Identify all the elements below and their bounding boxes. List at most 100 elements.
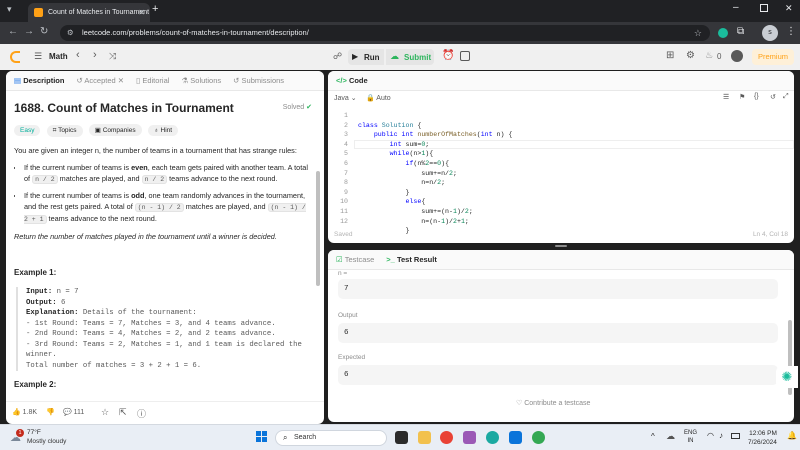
extension-icon[interactable] [718, 28, 728, 38]
play-icon: ▶ [352, 52, 359, 61]
task-view-icon[interactable] [395, 431, 408, 444]
prev-problem-icon[interactable]: ‹ [76, 49, 80, 61]
problem-list-icon[interactable]: ☰ [34, 51, 42, 62]
site-info-icon[interactable]: ⚙ [67, 25, 74, 41]
tab-description[interactable]: ▤ Description [14, 76, 64, 85]
input-label: n = [338, 270, 348, 277]
chrome-icon[interactable] [532, 431, 545, 444]
hint-button[interactable]: ♁ Hint [147, 125, 179, 136]
intro-text: You are given an integer n, the number o… [14, 146, 297, 155]
like-button[interactable]: 👍 1.8K [12, 408, 37, 416]
line-number: 6 [344, 160, 348, 167]
assistant-floating-icon[interactable]: ✺ [776, 366, 798, 388]
reset-icon[interactable]: ↺ [770, 93, 776, 101]
minimize-window-icon[interactable]: – [733, 2, 739, 13]
problem-title: 1688. Count of Matches in Tournament [14, 101, 234, 115]
run-button[interactable]: ▶ Run [348, 49, 384, 65]
autocomplete-mode[interactable]: 🔒 Auto [366, 94, 391, 102]
format-icon[interactable]: ☰ [723, 93, 729, 101]
rule-even: If the current number of teams is even, … [24, 162, 312, 185]
profile-avatar[interactable]: s [762, 25, 778, 41]
browser-menu-icon[interactable]: ⋮ [786, 26, 796, 37]
code-area[interactable]: 1 2 3 4 5 6 7 8 9 10 11 12 class Solution { public … [328, 111, 794, 234]
code-tab[interactable]: </> Code [336, 76, 368, 85]
edge-icon[interactable] [486, 431, 499, 444]
expand-icon[interactable]: ⤢ [783, 93, 789, 101]
tab-search-icon[interactable]: ▾ [7, 4, 19, 16]
tab-testcase[interactable]: ☑ Testcase [336, 255, 374, 264]
problem-list-label[interactable]: Math [49, 52, 68, 61]
volume-icon[interactable]: ♪ [719, 431, 723, 440]
leetcode-logo-icon[interactable] [10, 51, 20, 63]
dislike-button[interactable]: 👎 [46, 408, 55, 416]
settings-gear-icon[interactable]: ⚙ [686, 50, 695, 61]
output-label: Output [338, 312, 358, 319]
share-icon[interactable]: ⇱ [119, 407, 127, 418]
copilot-icon[interactable] [463, 431, 476, 444]
tab-submissions[interactable]: ↺ Submissions [233, 76, 284, 85]
help-icon[interactable]: ⓘ [137, 407, 146, 420]
tab-accepted[interactable]: ↺ Accepted ✕ [76, 76, 124, 85]
tab-editorial[interactable]: ▯ Editorial [136, 76, 169, 85]
notifications-icon[interactable]: 🔔 [787, 431, 797, 440]
battery-icon[interactable] [731, 433, 740, 439]
notes-icon[interactable] [460, 51, 470, 61]
cloud-sync-icon[interactable]: ☁ [666, 431, 675, 442]
premium-label: Premium [757, 52, 788, 61]
file-explorer-icon[interactable] [418, 431, 431, 444]
flask-icon: ⚗ [181, 76, 189, 85]
maximize-window-icon[interactable] [760, 4, 768, 12]
shuffle-icon[interactable]: ⤨ [109, 51, 116, 62]
tab-test-result[interactable]: >_ Test Result [386, 255, 437, 264]
example-line: - 2nd Round: Teams = 4, Matches = 2, and… [26, 330, 276, 338]
reload-icon[interactable]: ↻ [40, 26, 48, 37]
forward-icon[interactable]: → [24, 26, 34, 37]
layout-grid-icon[interactable]: ⊞ [666, 50, 674, 61]
premium-button[interactable]: Premium [752, 49, 794, 65]
close-tab-icon[interactable]: ✕ [138, 3, 145, 22]
panel-resize-handle[interactable] [555, 245, 567, 247]
windows-logo-icon [256, 437, 261, 442]
bookmark-icon[interactable]: ⚑ [739, 93, 745, 101]
submit-button[interactable]: ☁ Submit [386, 49, 434, 65]
user-avatar[interactable] [731, 50, 743, 62]
address-bar[interactable]: ⚙ leetcode.com/problems/count-of-matches… [60, 25, 710, 41]
extensions-puzzle-icon[interactable]: ⧉ [737, 26, 744, 37]
code-panel-header: </> Code [328, 71, 794, 91]
alarm-clock-icon[interactable]: ⏰ [442, 50, 454, 61]
fire-streak-icon[interactable]: ♨ [705, 50, 713, 61]
line-number: 8 [344, 179, 348, 187]
next-problem-icon[interactable]: › [93, 49, 97, 61]
tab-solutions[interactable]: ⚗ Solutions [181, 76, 221, 85]
start-button[interactable] [256, 431, 268, 443]
contribute-testcase-button[interactable]: ♡ Contribute a testcase [516, 399, 590, 407]
editor-status-bar: Saved Ln 4, Col 18 [328, 229, 794, 243]
back-icon[interactable]: ← [8, 26, 18, 37]
close-window-icon[interactable]: ✕ [785, 3, 793, 14]
run-label: Run [364, 53, 380, 62]
new-tab-button[interactable]: + [152, 3, 158, 15]
language-indicator[interactable]: ENG IN [684, 429, 697, 445]
example-2-title: Example 2: [14, 380, 57, 389]
language-select[interactable]: Java ⌄ [334, 94, 357, 102]
console-tabs: ☑ Testcase >_ Test Result [328, 250, 794, 270]
heart-icon: ♡ [516, 400, 523, 407]
bookmark-star-icon[interactable]: ☆ [694, 25, 702, 41]
clock[interactable]: 12:06 PM 7/26/2024 [748, 429, 777, 447]
topics-button[interactable]: ⌗ Topics [46, 125, 83, 137]
description-scrollbar[interactable] [316, 171, 320, 286]
wifi-icon[interactable]: ◠ [707, 431, 714, 440]
taskbar-search-box[interactable]: ⌕ Search [275, 430, 387, 446]
weather-widget[interactable]: ☁ 1 77°F Mostly cloudy [10, 429, 90, 447]
show-hidden-icons[interactable]: ^ [651, 432, 655, 441]
history-icon: ↺ [233, 76, 240, 85]
braces-icon[interactable]: {} [754, 93, 759, 100]
favorite-star-icon[interactable]: ☆ [101, 407, 109, 418]
debug-icon[interactable]: ☍ [333, 51, 342, 62]
close-tab-accepted-icon[interactable]: ✕ [118, 76, 124, 85]
comments-button[interactable]: 💬 111 [63, 408, 84, 416]
store-icon[interactable] [509, 431, 522, 444]
browser-tab[interactable]: Count of Matches in Tournament ✕ [28, 3, 150, 22]
chrome-active-icon[interactable] [440, 431, 453, 444]
companies-button[interactable]: ▣ Companies [88, 124, 142, 136]
